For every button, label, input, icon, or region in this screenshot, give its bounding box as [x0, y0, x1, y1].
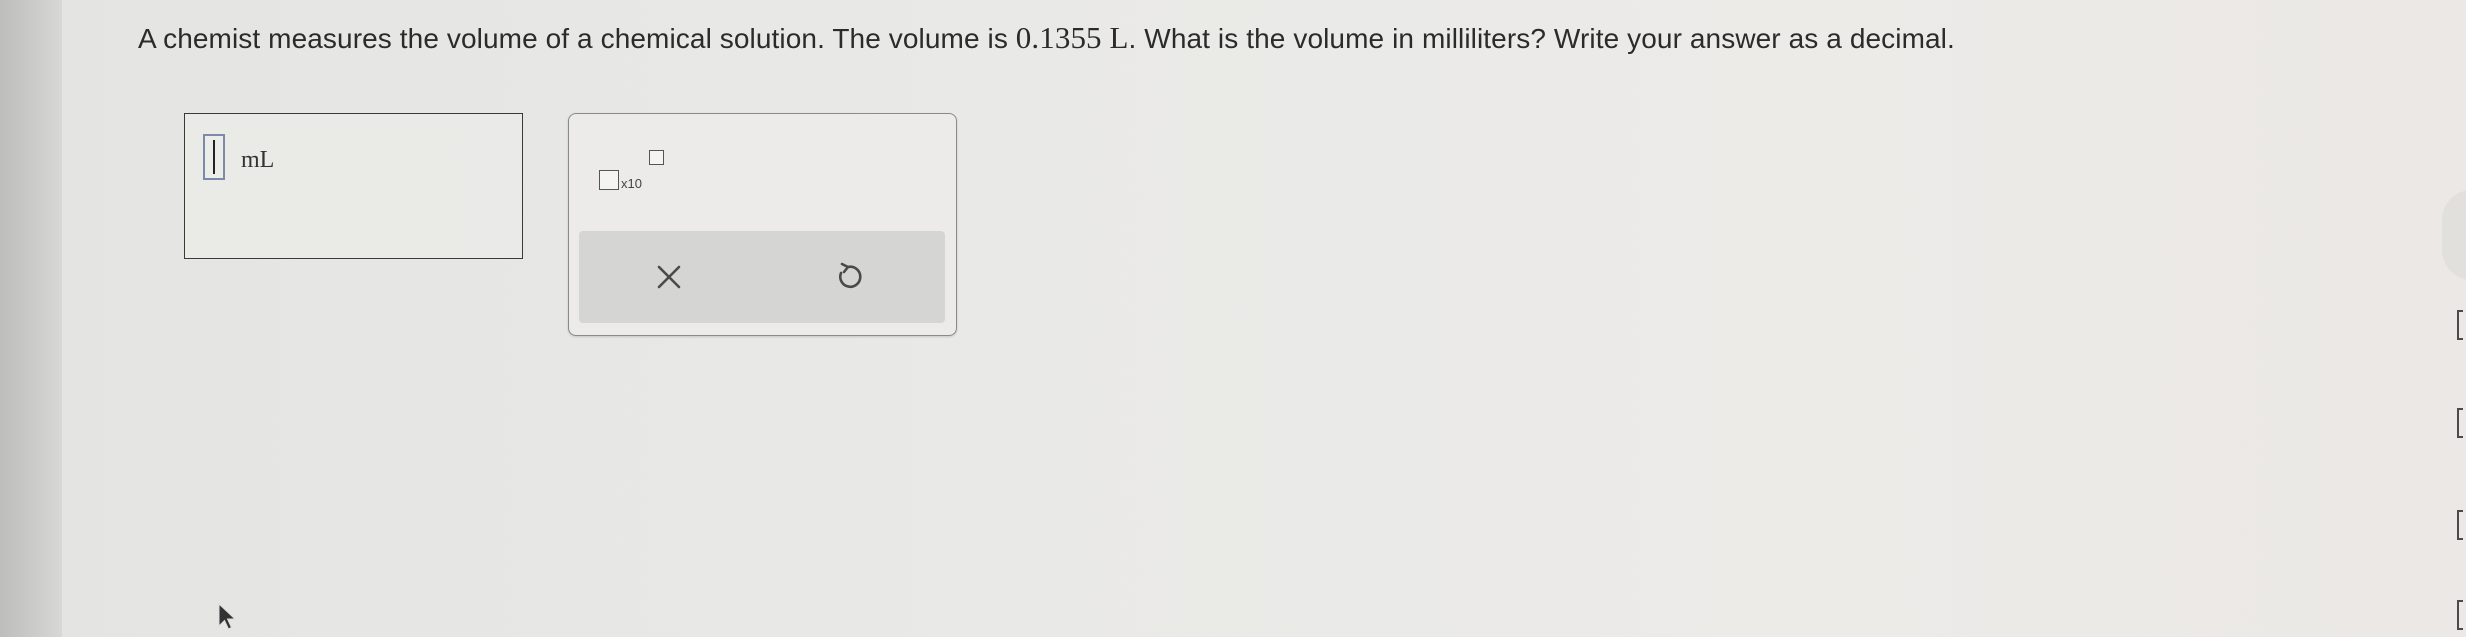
- question-text-before: A chemist measures the volume of a chemi…: [138, 23, 1016, 54]
- close-icon: [657, 265, 681, 289]
- side-rail: [2442, 0, 2466, 637]
- text-cursor: [213, 140, 215, 174]
- scientific-notation-button[interactable]: x10: [599, 150, 664, 194]
- rail-marker: [2457, 408, 2463, 438]
- rail-marker: [2457, 600, 2463, 630]
- rail-marker: [2457, 310, 2463, 340]
- answer-toolbox: x10: [568, 113, 957, 336]
- question-value: 0.1355 L: [1015, 20, 1129, 55]
- mantissa-box-icon: [599, 170, 619, 190]
- rail-marker: [2457, 510, 2463, 540]
- answer-area: mL: [184, 113, 523, 259]
- answer-input[interactable]: [203, 134, 225, 180]
- rail-handle[interactable]: [2442, 190, 2466, 280]
- mouse-pointer-icon: [218, 602, 237, 630]
- undo-button[interactable]: [830, 259, 866, 295]
- exponent-box-icon: [649, 150, 664, 165]
- clear-button[interactable]: [651, 259, 687, 295]
- question-text: A chemist measures the volume of a chemi…: [138, 20, 1955, 56]
- undo-icon: [839, 262, 862, 289]
- action-bar: [579, 231, 945, 323]
- question-text-after: . What is the volume in milliliters? Wri…: [1128, 23, 1955, 54]
- screen-bezel-left: [0, 0, 62, 637]
- x10-label: x10: [621, 176, 642, 191]
- unit-label: mL: [241, 147, 275, 173]
